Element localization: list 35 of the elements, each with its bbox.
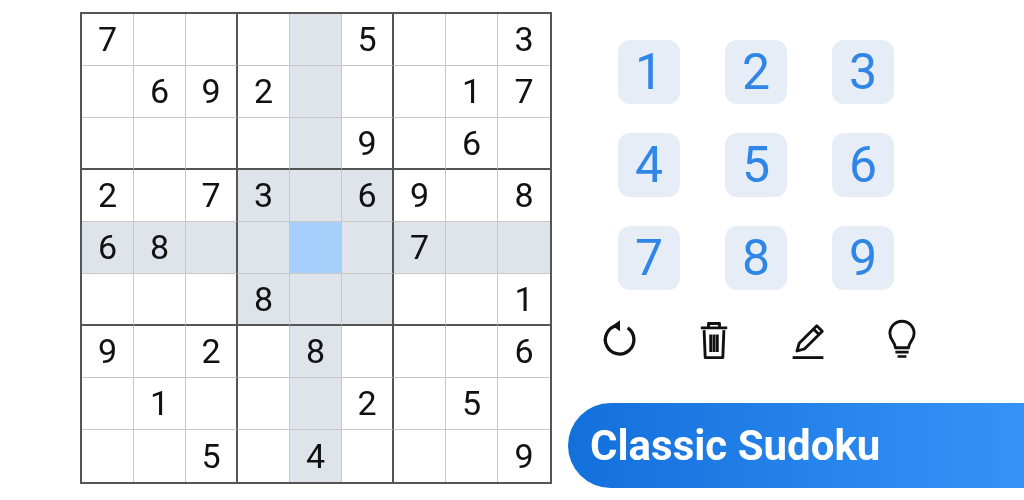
sudoku-cell[interactable]: 3 <box>238 170 290 222</box>
sudoku-cell[interactable]: 6 <box>342 170 394 222</box>
sudoku-cell[interactable] <box>186 222 238 274</box>
sudoku-cell[interactable] <box>186 118 238 170</box>
sudoku-cell[interactable]: 1 <box>446 66 498 118</box>
sudoku-cell[interactable]: 5 <box>446 378 498 430</box>
sudoku-cell[interactable] <box>342 274 394 326</box>
sudoku-cell[interactable]: 2 <box>186 326 238 378</box>
sudoku-cell[interactable] <box>186 274 238 326</box>
sudoku-cell[interactable]: 1 <box>134 378 186 430</box>
sudoku-cell[interactable] <box>186 14 238 66</box>
sudoku-cell[interactable]: 7 <box>186 170 238 222</box>
sudoku-cell[interactable]: 6 <box>446 118 498 170</box>
sudoku-cell[interactable]: 6 <box>82 222 134 274</box>
sudoku-cell[interactable] <box>342 326 394 378</box>
sudoku-cell[interactable] <box>186 378 238 430</box>
sudoku-cell[interactable]: 7 <box>394 222 446 274</box>
sudoku-cell[interactable]: 9 <box>82 326 134 378</box>
sudoku-cell[interactable]: 4 <box>290 430 342 482</box>
sudoku-cell[interactable]: 6 <box>134 66 186 118</box>
sudoku-cell[interactable]: 8 <box>238 274 290 326</box>
sudoku-cell[interactable]: 2 <box>82 170 134 222</box>
sudoku-cell[interactable]: 8 <box>134 222 186 274</box>
sudoku-cell[interactable]: 9 <box>186 66 238 118</box>
sudoku-cell[interactable]: 9 <box>342 118 394 170</box>
sudoku-cell[interactable]: 2 <box>342 378 394 430</box>
selected-cell[interactable] <box>290 222 342 274</box>
sudoku-cell[interactable] <box>342 222 394 274</box>
sudoku-cell[interactable]: 7 <box>82 14 134 66</box>
sudoku-cell[interactable]: 2 <box>238 66 290 118</box>
sudoku-cell[interactable] <box>342 66 394 118</box>
sudoku-cell[interactable]: 5 <box>342 14 394 66</box>
banner-title: Classic Sudoku <box>590 420 881 472</box>
sudoku-cell[interactable]: 8 <box>290 326 342 378</box>
sudoku-cell[interactable]: 9 <box>394 170 446 222</box>
